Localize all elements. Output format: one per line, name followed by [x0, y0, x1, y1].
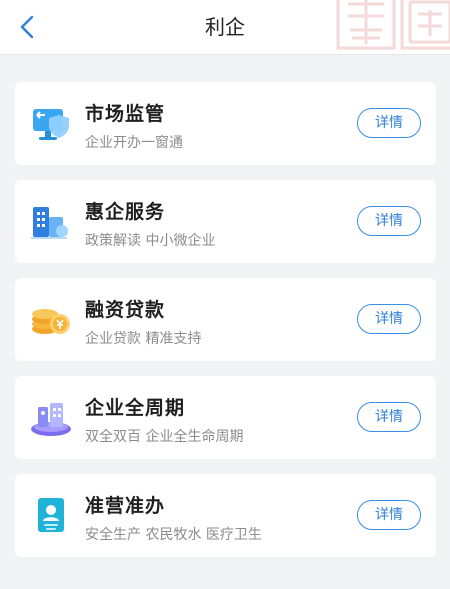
- card-subtitle: 企业贷款 精准支持: [85, 331, 202, 347]
- card-operation-permits[interactable]: 准营准办 安全生产 农民牧水 医疗卫生 详情: [15, 474, 436, 557]
- card-subtitle: 政策解读 中小微企业: [85, 233, 216, 249]
- lifecycle-building-icon: [31, 403, 71, 436]
- card-market-supervision[interactable]: 市场监管 企业开办一窗通 详情: [15, 82, 436, 165]
- card-title: 惠企服务: [85, 201, 166, 223]
- card-financing-loans[interactable]: 融资贷款 企业贷款 精准支持 详情: [15, 278, 436, 361]
- details-button[interactable]: 详情: [357, 402, 421, 432]
- details-button[interactable]: 详情: [357, 206, 421, 236]
- seal-watermark: [336, 0, 450, 50]
- top-nav-bar: 利企: [0, 0, 450, 55]
- card-subtitle: 双全双百 企业全生命周期: [85, 429, 244, 445]
- monitor-shield-icon: [33, 109, 69, 140]
- card-title: 市场监管: [85, 103, 166, 125]
- coins-icon: [32, 309, 70, 334]
- card-title: 融资贷款: [85, 299, 166, 321]
- details-button[interactable]: 详情: [357, 108, 421, 138]
- id-card-icon: [38, 498, 64, 532]
- card-subtitle: 安全生产 农民牧水 医疗卫生: [85, 527, 262, 543]
- card-enterprise-services[interactable]: 惠企服务 政策解读 中小微企业 详情: [15, 180, 436, 263]
- details-button[interactable]: 详情: [357, 500, 421, 530]
- card-title: 准营准办: [85, 495, 166, 517]
- card-title: 企业全周期: [85, 397, 186, 419]
- buildings-icon: [31, 207, 68, 239]
- card-subtitle: 企业开办一窗通: [85, 135, 183, 151]
- card-enterprise-lifecycle[interactable]: 企业全周期 双全双百 企业全生命周期 详情: [15, 376, 436, 459]
- details-button[interactable]: 详情: [357, 304, 421, 334]
